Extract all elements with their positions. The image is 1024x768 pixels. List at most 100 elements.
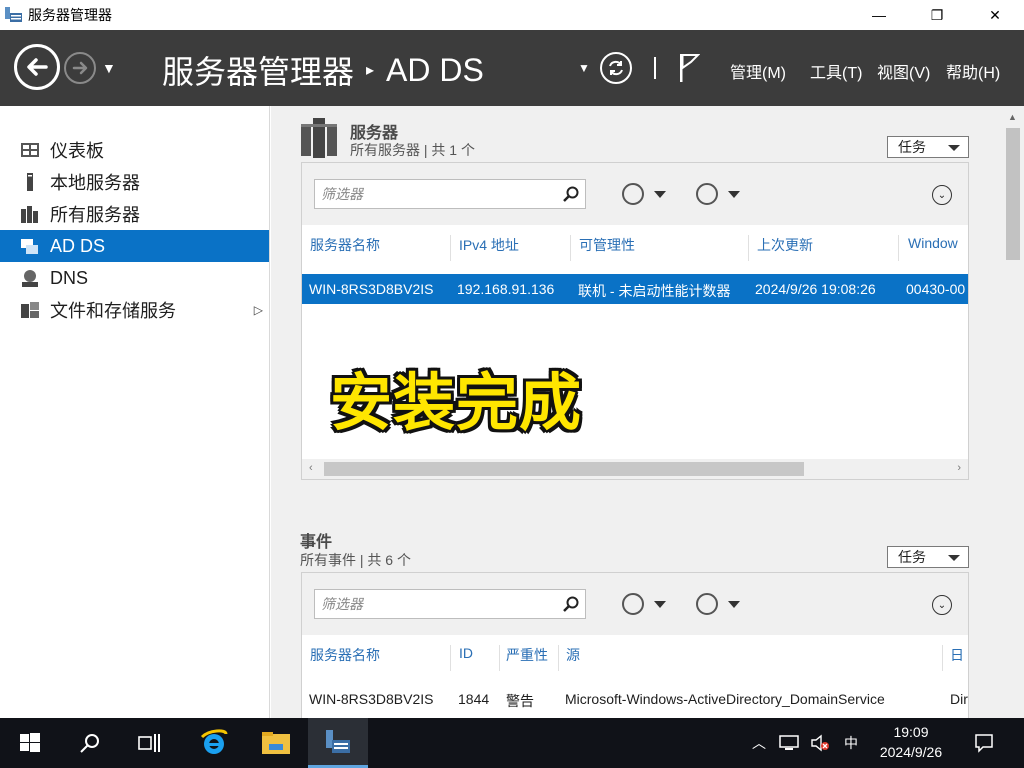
cell-ipv4: 192.168.91.136 [457, 281, 555, 297]
column-header-source[interactable]: 源 [566, 645, 580, 665]
arrow-right-icon [72, 61, 88, 75]
maximize-button[interactable]: ❐ [908, 0, 966, 30]
column-header-last-update[interactable]: 上次更新 [757, 235, 813, 255]
breadcrumb-current: AD DS [386, 51, 484, 88]
scrollbar-thumb[interactable] [1006, 128, 1020, 260]
column-header-ipv4[interactable]: IPv4 地址 [459, 235, 519, 255]
task-view-button[interactable] [120, 718, 180, 768]
servers-tasks-button[interactable]: 任务 [887, 136, 969, 158]
cell-manageability: 联机 - 未启动性能计数器 [578, 283, 731, 299]
list-options-icon[interactable] [622, 183, 644, 205]
events-toolbar: 筛选器 ⌄ [302, 573, 968, 635]
scrollbar-thumb[interactable] [324, 462, 804, 476]
save-query-icon[interactable] [696, 183, 718, 205]
internet-explorer-taskbar-icon[interactable] [184, 718, 244, 768]
cell-date: Dir [950, 691, 968, 707]
sidebar-item-label: 所有服务器 [50, 205, 140, 225]
expand-arrow-icon[interactable]: ▷ [254, 303, 263, 317]
column-header-severity[interactable]: 严重性 [506, 645, 548, 665]
show-hidden-icons-icon[interactable]: ︿ [752, 733, 766, 753]
search-icon[interactable] [563, 596, 579, 612]
save-query-icon[interactable] [696, 593, 718, 615]
menu-tools[interactable]: 工具(T) [810, 59, 862, 83]
column-header-id[interactable]: ID [459, 645, 473, 661]
chevron-down-icon[interactable] [728, 601, 740, 608]
search-button[interactable] [60, 718, 120, 768]
collapse-expand-icon[interactable]: ⌄ [932, 185, 952, 205]
breadcrumb-root[interactable]: 服务器管理器 [162, 47, 354, 93]
header-bar: ▼ 服务器管理器 ▸ AD DS ▼ 管理(M) 工具(T) 视图(V) 帮助(… [0, 30, 1024, 106]
horizontal-scrollbar[interactable]: ‹ › [302, 459, 968, 479]
search-icon[interactable] [563, 186, 579, 202]
servers-filter-input[interactable]: 筛选器 [314, 179, 586, 209]
column-header-manageability[interactable]: 可管理性 [579, 235, 635, 255]
menu-help[interactable]: 帮助(H) [946, 59, 1000, 83]
list-options-icon[interactable] [622, 593, 644, 615]
sidebar-item-all-servers[interactable]: 所有服务器 [0, 198, 269, 230]
filter-placeholder: 筛选器 [321, 186, 363, 202]
sidebar-item-local-server[interactable]: 本地服务器 [0, 166, 269, 198]
sidebar-item-dashboard[interactable]: 仪表板 [0, 134, 269, 166]
file-explorer-taskbar-icon[interactable] [246, 718, 306, 768]
column-header-windows[interactable]: Window [908, 235, 958, 251]
action-center-button[interactable] [958, 718, 1010, 768]
taskbar-clock[interactable]: 19:09 2024/9/26 [870, 722, 952, 762]
sidebar-item-label: 仪表板 [50, 141, 104, 161]
servers-section-icon [301, 118, 337, 158]
chevron-down-icon[interactable] [728, 191, 740, 198]
tasks-label: 任务 [898, 549, 926, 565]
scroll-up-icon[interactable]: ▲ [1008, 112, 1017, 122]
task-view-icon [138, 734, 160, 752]
dashboard-icon [20, 140, 40, 160]
network-icon[interactable] [778, 734, 800, 752]
chevron-down-icon[interactable] [654, 191, 666, 198]
column-header-server-name[interactable]: 服务器名称 [310, 235, 380, 255]
vertical-scrollbar[interactable]: ▲ [1002, 106, 1024, 718]
sidebar-item-label: AD DS [50, 235, 106, 256]
chevron-down-icon [948, 145, 960, 151]
notification-icon [975, 734, 993, 753]
title-bar: 服务器管理器 — ❐ ✕ [0, 0, 1024, 30]
sidebar-item-label: DNS [50, 267, 89, 288]
close-button[interactable]: ✕ [966, 0, 1024, 30]
column-header-server-name[interactable]: 服务器名称 [310, 645, 380, 665]
breadcrumb-dropdown-icon[interactable]: ▼ [578, 61, 590, 75]
server-manager-taskbar-icon[interactable] [308, 718, 368, 768]
volume-muted-icon[interactable] [810, 734, 830, 752]
events-tasks-button[interactable]: 任务 [887, 546, 969, 568]
search-icon [80, 734, 99, 753]
history-dropdown-icon[interactable]: ▼ [102, 60, 116, 76]
refresh-button[interactable] [599, 52, 632, 84]
toolbar-divider [653, 57, 656, 79]
sidebar-item-label: 文件和存储服务 [50, 301, 176, 321]
start-button[interactable] [0, 718, 60, 768]
filter-placeholder: 筛选器 [321, 596, 363, 612]
events-filter-input[interactable]: 筛选器 [314, 589, 586, 619]
table-row[interactable]: WIN-8RS3D8BV2IS 1844 警告 Microsoft-Window… [302, 684, 968, 714]
scroll-right-icon[interactable]: › [957, 462, 961, 474]
back-button[interactable] [14, 44, 60, 90]
sidebar-item-label: 本地服务器 [50, 173, 140, 193]
breadcrumb-separator-icon: ▸ [366, 62, 375, 79]
collapse-expand-icon[interactable]: ⌄ [932, 595, 952, 615]
menu-view[interactable]: 视图(V) [877, 59, 930, 83]
scroll-left-icon[interactable]: ‹ [309, 462, 313, 474]
menu-manage[interactable]: 管理(M) [730, 59, 786, 83]
sidebar-item-ad-ds[interactable]: AD DS [0, 230, 269, 262]
events-panel: 筛选器 ⌄ 服务器名称 ID 严重性 源 日 WIN-8RS3D8BV2IS 1… [301, 572, 969, 718]
table-row[interactable]: WIN-8RS3D8BV2IS 192.168.91.136 联机 - 未启动性… [302, 274, 968, 304]
chevron-down-icon[interactable] [654, 601, 666, 608]
forward-button[interactable] [64, 52, 96, 84]
notifications-flag-icon[interactable] [678, 52, 701, 84]
minimize-button[interactable]: — [850, 0, 908, 30]
column-header-date[interactable]: 日 [950, 645, 964, 665]
storage-icon [20, 300, 40, 320]
sidebar-item-dns[interactable]: DNS [0, 262, 269, 294]
taskbar: ︿ 中 19:09 2024/9/26 [0, 718, 1024, 768]
clock-time: 19:09 [893, 724, 929, 740]
cell-server-name: WIN-8RS3D8BV2IS [309, 691, 434, 707]
server-manager-app-icon [4, 5, 24, 25]
sidebar-item-file-storage[interactable]: 文件和存储服务 ▷ [0, 294, 269, 326]
install-complete-caption: 安装完成 [330, 366, 583, 439]
input-method-indicator[interactable]: 中 [844, 733, 858, 753]
